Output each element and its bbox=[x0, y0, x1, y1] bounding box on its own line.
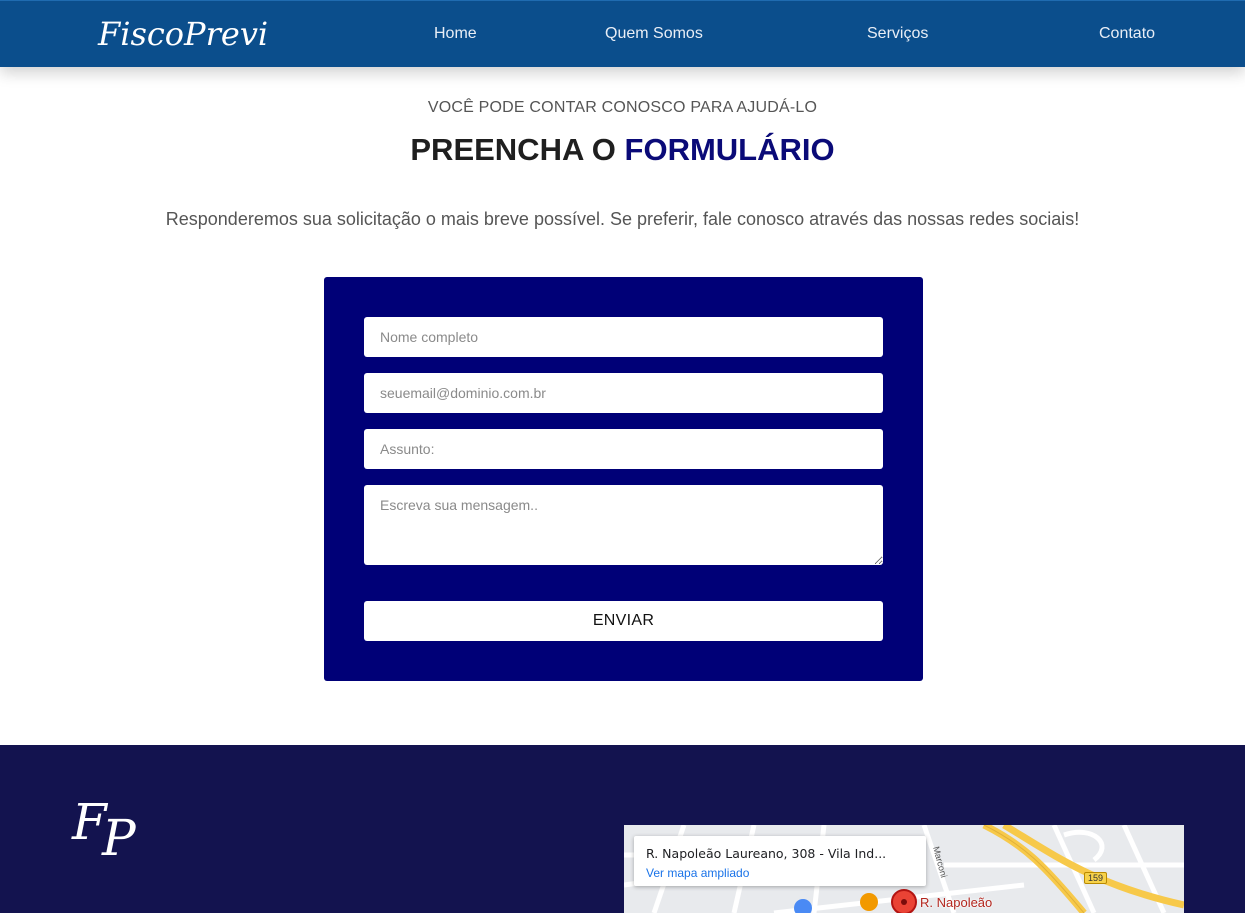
top-navbar: FiscoPrevi Home Quem Somos Serviços Cont… bbox=[0, 0, 1245, 67]
email-input[interactable] bbox=[364, 373, 883, 413]
footer-logo-p: P bbox=[102, 809, 136, 867]
submit-button[interactable]: ENVIAR bbox=[364, 601, 883, 641]
nav-link-servicos[interactable]: Serviços bbox=[867, 25, 928, 43]
subject-input[interactable] bbox=[364, 429, 883, 469]
brand-logo[interactable]: FiscoPrevi bbox=[98, 15, 268, 53]
intro-text: Responderemos sua solicitação o mais bre… bbox=[165, 209, 1080, 229]
page-title-accent: FORMULÁRIO bbox=[624, 132, 835, 167]
map-pin-label: R. Napoleão bbox=[920, 895, 993, 910]
view-larger-map-link[interactable]: Ver mapa ampliado bbox=[646, 866, 749, 880]
embedded-map[interactable]: Marconi 159 R. Napoleão R. Napoleão Laur… bbox=[624, 825, 1184, 913]
location-pin-icon[interactable] bbox=[891, 889, 917, 913]
nav-link-quem-somos[interactable]: Quem Somos bbox=[605, 25, 703, 43]
nav-link-home[interactable]: Home bbox=[434, 25, 477, 43]
nav-link-contato[interactable]: Contato bbox=[1099, 25, 1155, 43]
message-textarea[interactable] bbox=[364, 485, 883, 565]
page-title: PREENCHA O FORMULÁRIO bbox=[0, 132, 1245, 168]
shopping-icon bbox=[794, 899, 812, 913]
map-address: R. Napoleão Laureano, 308 - Vila Ind... bbox=[646, 846, 887, 861]
restaurant-icon bbox=[860, 893, 878, 911]
contact-form: ENVIAR bbox=[324, 277, 923, 681]
map-info-card: R. Napoleão Laureano, 308 - Vila Ind... … bbox=[634, 836, 926, 886]
footer-logo: F P bbox=[72, 793, 162, 873]
road-number-badge: 159 bbox=[1084, 872, 1108, 884]
section-eyebrow: VOCÊ PODE CONTAR CONOSCO PARA AJUDÁ-LO bbox=[427, 99, 818, 116]
name-input[interactable] bbox=[364, 317, 883, 357]
page-title-main: PREENCHA O bbox=[410, 132, 625, 167]
